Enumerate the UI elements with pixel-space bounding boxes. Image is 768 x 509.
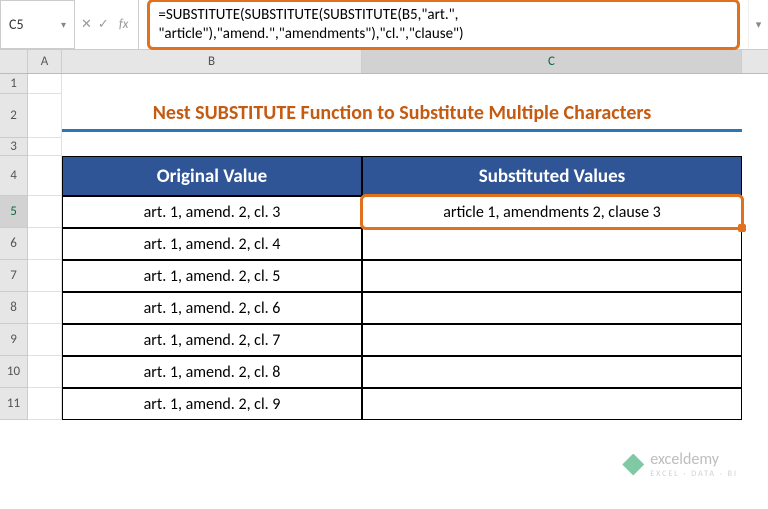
cell-a4[interactable] — [28, 156, 62, 196]
cell-c7[interactable] — [362, 260, 742, 292]
row-10: 10 art. 1, amend. 2, cl. 8 — [0, 356, 768, 388]
watermark-tagline: EXCEL · DATA · BI — [650, 469, 738, 479]
formula-input-wrap[interactable]: =SUBSTITUTE(SUBSTITUTE(SUBSTITUTE(B5,"ar… — [139, 0, 748, 49]
row-1: 1 — [0, 74, 768, 94]
row-header-6[interactable]: 6 — [0, 228, 28, 260]
cell-b5[interactable]: art. 1, amend. 2, cl. 3 — [62, 196, 362, 228]
row-7: 7 art. 1, amend. 2, cl. 5 — [0, 260, 768, 292]
cell-a11[interactable] — [28, 388, 62, 420]
cell-c5[interactable]: article 1, amendments 2, clause 3 — [362, 196, 742, 228]
cancel-icon[interactable]: ✕ — [81, 17, 92, 32]
cell-b1c1[interactable] — [62, 74, 742, 94]
title-cell[interactable]: Nest SUBSTITUTE Function to Substitute M… — [62, 94, 742, 138]
row-6: 6 art. 1, amend. 2, cl. 4 — [0, 228, 768, 260]
cell-a6[interactable] — [28, 228, 62, 260]
cell-b7[interactable]: art. 1, amend. 2, cl. 5 — [62, 260, 362, 292]
confirm-icon[interactable]: ✓ — [98, 17, 109, 32]
row-header-4[interactable]: 4 — [0, 156, 28, 196]
cell-b11[interactable]: art. 1, amend. 2, cl. 9 — [62, 388, 362, 420]
row-2: 2 Nest SUBSTITUTE Function to Substitute… — [0, 94, 768, 138]
cell-a8[interactable] — [28, 292, 62, 324]
row-4: 4 Original Value Substituted Values — [0, 156, 768, 196]
col-header-c[interactable]: C — [362, 50, 742, 73]
cell-c6[interactable] — [362, 228, 742, 260]
cell-a1[interactable] — [28, 74, 62, 94]
row-header-5[interactable]: 5 — [0, 196, 28, 228]
row-3: 3 — [0, 138, 768, 156]
row-header-9[interactable]: 9 — [0, 324, 28, 356]
formula-text: =SUBSTITUTE(SUBSTITUTE(SUBSTITUTE(B5,"ar… — [147, 0, 740, 50]
cell-b9[interactable]: art. 1, amend. 2, cl. 7 — [62, 324, 362, 356]
cell-a10[interactable] — [28, 356, 62, 388]
cell-c11[interactable] — [362, 388, 742, 420]
cell-b6[interactable]: art. 1, amend. 2, cl. 4 — [62, 228, 362, 260]
expand-formula-icon[interactable]: ▾ — [748, 0, 768, 49]
name-box[interactable]: C5 ▾ — [0, 0, 75, 49]
cell-b8[interactable]: art. 1, amend. 2, cl. 6 — [62, 292, 362, 324]
logo-icon — [622, 454, 644, 476]
row-header-3[interactable]: 3 — [0, 138, 28, 156]
select-all-corner[interactable] — [0, 50, 28, 73]
row-9: 9 art. 1, amend. 2, cl. 7 — [0, 324, 768, 356]
row-header-10[interactable]: 10 — [0, 356, 28, 388]
name-box-value: C5 — [9, 16, 24, 33]
cell-a2[interactable] — [28, 94, 62, 138]
fx-icon[interactable]: fx — [115, 17, 133, 32]
watermark-name: exceldemy — [650, 450, 738, 469]
watermark: exceldemy EXCEL · DATA · BI — [622, 450, 738, 479]
chevron-down-icon[interactable]: ▾ — [61, 18, 66, 31]
row-header-7[interactable]: 7 — [0, 260, 28, 292]
row-8: 8 art. 1, amend. 2, cl. 6 — [0, 292, 768, 324]
col-header-b[interactable]: B — [62, 50, 362, 73]
row-header-2[interactable]: 2 — [0, 94, 28, 138]
row-5: 5 art. 1, amend. 2, cl. 3 article 1, ame… — [0, 196, 768, 228]
row-header-1[interactable]: 1 — [0, 74, 28, 94]
cell-b3c3[interactable] — [62, 138, 742, 156]
formula-controls: ✕ ✓ fx — [75, 0, 139, 49]
cell-c5-value: article 1, amendments 2, clause 3 — [443, 203, 661, 222]
page-title: Nest SUBSTITUTE Function to Substitute M… — [62, 101, 742, 132]
row-header-8[interactable]: 8 — [0, 292, 28, 324]
row-header-11[interactable]: 11 — [0, 388, 28, 420]
cell-a9[interactable] — [28, 324, 62, 356]
row-11: 11 art. 1, amend. 2, cl. 9 — [0, 388, 768, 420]
cell-c8[interactable] — [362, 292, 742, 324]
fill-handle[interactable] — [738, 224, 746, 232]
cell-a5[interactable] — [28, 196, 62, 228]
formula-bar: C5 ▾ ✕ ✓ fx =SUBSTITUTE(SUBSTITUTE(SUBST… — [0, 0, 768, 50]
cell-c10[interactable] — [362, 356, 742, 388]
cell-a7[interactable] — [28, 260, 62, 292]
column-headers: A B C — [0, 50, 768, 74]
cell-b10[interactable]: art. 1, amend. 2, cl. 8 — [62, 356, 362, 388]
cell-c9[interactable] — [362, 324, 742, 356]
cell-a3[interactable] — [28, 138, 62, 156]
table-header-substituted[interactable]: Substituted Values — [362, 156, 742, 196]
table-header-original[interactable]: Original Value — [62, 156, 362, 196]
col-header-a[interactable]: A — [28, 50, 62, 73]
spreadsheet-grid: A B C 1 2 Nest SUBSTITUTE Function to Su… — [0, 50, 768, 420]
